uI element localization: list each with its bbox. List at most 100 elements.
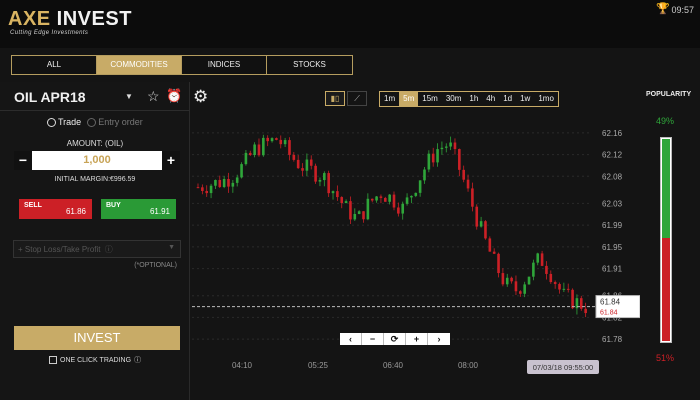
candle-body xyxy=(253,144,256,156)
candlestick-icon[interactable]: ▮▯ xyxy=(325,91,345,106)
candle-body xyxy=(579,298,583,309)
amount-stepper: − 1,000 + xyxy=(14,151,180,170)
timeframe-1w[interactable]: 1w xyxy=(516,92,534,106)
candle-body xyxy=(248,152,252,156)
chart-navigation: ‹ − ⟳ + › xyxy=(340,333,450,345)
timeframe-1m[interactable]: 1m xyxy=(380,92,399,106)
decrease-button[interactable]: − xyxy=(14,151,32,170)
timeframe-1d[interactable]: 1d xyxy=(499,92,516,106)
scroll-right-button[interactable]: › xyxy=(428,333,450,345)
timeframe-5m[interactable]: 5m xyxy=(399,92,419,106)
y-tick-label: 61.99 xyxy=(602,221,623,230)
reset-button[interactable]: ⟳ xyxy=(384,333,406,345)
candle-body xyxy=(540,253,544,266)
candle-body xyxy=(283,140,287,145)
candle-body xyxy=(240,164,243,178)
candle-body xyxy=(418,180,422,193)
candle-body xyxy=(392,194,396,208)
candle-body xyxy=(471,188,474,207)
instrument-name[interactable]: OIL APR18 xyxy=(14,89,86,105)
stop-loss-select[interactable]: + Stop Loss/Take Profit ⓘ ▼ xyxy=(13,240,181,258)
candle-body xyxy=(414,192,418,196)
invest-button[interactable]: INVEST xyxy=(14,326,180,350)
candle-body xyxy=(501,273,505,285)
one-click-checkbox[interactable] xyxy=(49,356,57,364)
chevron-down-icon[interactable]: ▼ xyxy=(125,92,133,101)
sell-price: 61.86 xyxy=(65,207,86,216)
radio-off-icon xyxy=(87,118,97,128)
increase-button[interactable]: + xyxy=(162,151,180,170)
candle-body xyxy=(458,149,461,170)
line-chart-icon[interactable]: ⟋ xyxy=(347,91,367,106)
star-icon[interactable]: ☆ xyxy=(147,88,160,105)
radio-entry-order[interactable]: Entry order xyxy=(87,117,143,128)
logo-invest: INVEST xyxy=(50,8,132,30)
candle-body xyxy=(218,180,222,187)
radio-trade[interactable]: Trade xyxy=(47,117,81,128)
tab-stocks[interactable]: STOCKS xyxy=(267,56,352,74)
tab-commodities[interactable]: COMMODITIES xyxy=(97,56,182,74)
current-price-tag: 61.84 xyxy=(600,298,621,307)
tab-indices[interactable]: INDICES xyxy=(182,56,267,74)
candle-body xyxy=(288,140,291,155)
candle-body xyxy=(436,149,439,163)
candle-body xyxy=(266,137,269,142)
sell-button[interactable]: SELL 61.86 xyxy=(19,199,92,219)
candle-body xyxy=(292,154,296,160)
zoom-out-button[interactable]: − xyxy=(362,333,384,345)
timeframe-1h[interactable]: 1h xyxy=(465,92,482,106)
info-icon: ⓘ xyxy=(134,357,142,364)
candle-body xyxy=(566,288,570,290)
one-click-label: ONE CLICK TRADING xyxy=(60,356,132,364)
scroll-left-button[interactable]: ‹ xyxy=(340,333,362,345)
candle-body xyxy=(514,281,518,292)
y-tick-label: 61.91 xyxy=(602,265,623,274)
category-tabs: ALL COMMODITIES INDICES STOCKS xyxy=(11,55,353,75)
top-bar: AXE INVEST Cutting Edge Investments 🏆 09… xyxy=(0,0,700,48)
candle-body xyxy=(449,142,452,147)
trophy-icon[interactable]: 🏆 xyxy=(656,2,670,15)
candle-body xyxy=(545,265,548,274)
y-tick-label: 62.12 xyxy=(602,151,623,160)
amount-label: AMOUNT: (OIL) xyxy=(66,139,124,148)
candle-body xyxy=(497,253,500,274)
candle-body xyxy=(279,139,283,145)
candle-body xyxy=(397,207,400,214)
candle-body xyxy=(379,196,383,198)
candle-body xyxy=(536,253,540,263)
candle-body xyxy=(453,142,457,150)
candle-body xyxy=(323,173,326,181)
candle-body xyxy=(558,284,561,290)
candle-body xyxy=(349,201,352,220)
candle-body xyxy=(370,198,374,201)
timeframe-30m[interactable]: 30m xyxy=(442,92,466,106)
timeframe-1mo[interactable]: 1mo xyxy=(534,92,558,106)
bid-price-tag: 61.84 xyxy=(600,310,618,317)
alarm-clock-icon[interactable]: ⏰ xyxy=(166,88,182,104)
zoom-in-button[interactable]: + xyxy=(406,333,428,345)
timeframe-4h[interactable]: 4h xyxy=(482,92,499,106)
candle-body xyxy=(270,138,274,142)
candle-body xyxy=(405,197,409,204)
radio-on-icon xyxy=(47,118,56,128)
candle-body xyxy=(484,221,487,239)
buy-button[interactable]: BUY 61.91 xyxy=(101,199,176,219)
candle-body xyxy=(262,137,265,156)
candle-body xyxy=(431,153,435,163)
buy-price: 61.91 xyxy=(149,207,170,216)
timeframe-15m[interactable]: 15m xyxy=(418,92,442,106)
candle-body xyxy=(505,277,509,285)
candle-body xyxy=(309,159,313,166)
candle-body xyxy=(492,251,496,254)
gear-icon[interactable]: ⚙ xyxy=(193,87,208,107)
candle-body xyxy=(462,169,465,180)
tab-all[interactable]: ALL xyxy=(12,56,97,74)
one-click-trading[interactable]: ONE CLICK TRADING ⓘ xyxy=(49,355,141,365)
candle-body xyxy=(466,179,470,189)
candle-body xyxy=(296,159,300,169)
amount-input[interactable]: 1,000 xyxy=(32,151,162,170)
candle-body xyxy=(318,180,322,182)
candle-body xyxy=(553,282,557,285)
info-icon: ⓘ xyxy=(102,245,113,254)
candle-body xyxy=(201,187,204,191)
